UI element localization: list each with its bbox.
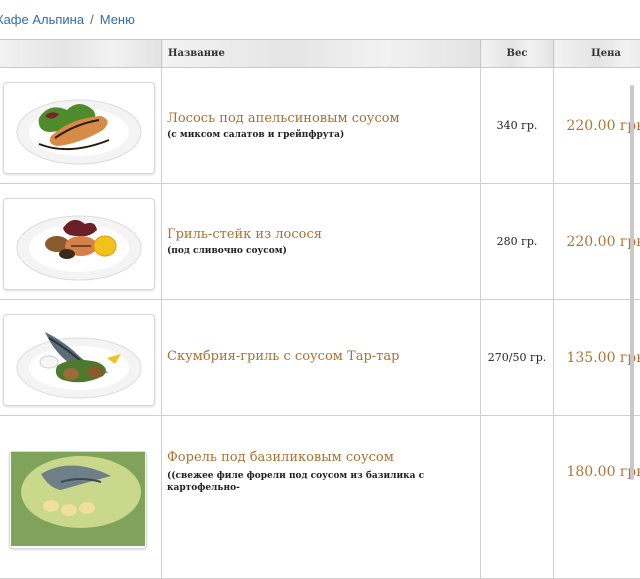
dish-name[interactable]: Лосось под апельсиновым соусом	[167, 111, 476, 127]
dish-weight: 280 гр.	[481, 184, 554, 300]
dish-photo-cell	[0, 68, 162, 184]
dish-description: (под сливочно соусом)	[167, 245, 476, 257]
table-row: Гриль-стейк из лосося (под сливочно соус…	[0, 184, 640, 300]
dish-name-cell: Скумбрия-гриль с соусом Тар-тар	[162, 300, 481, 416]
header-price[interactable]: Цена	[554, 40, 640, 68]
menu-table: Название Вес Цена	[0, 39, 640, 579]
dish-name-cell: Форель под базиликовым соусом ((свежее ф…	[162, 416, 481, 579]
breadcrumb-current-link[interactable]: Меню	[100, 12, 135, 27]
vertical-scrollbar[interactable]	[630, 85, 634, 480]
trout-basil-sauce-photo[interactable]	[9, 451, 147, 549]
dish-name[interactable]: Форель под базиликовым соусом	[167, 450, 476, 466]
dish-price: 135.00 грн.	[554, 300, 640, 416]
dish-price: 180.00 грн.	[554, 416, 640, 579]
table-row: Лосось под апельсиновым соусом (с миксом…	[0, 68, 640, 184]
dish-name[interactable]: Скумбрия-гриль с соусом Тар-тар	[167, 349, 476, 365]
dish-price: 220.00 грн.	[554, 184, 640, 300]
dish-photo-cell	[0, 184, 162, 300]
dish-weight: 270/50 гр.	[481, 300, 554, 416]
header-weight[interactable]: Вес	[481, 40, 554, 68]
table-row: Форель под базиликовым соусом ((свежее ф…	[0, 416, 640, 579]
breadcrumb-separator: /	[90, 12, 94, 27]
breadcrumb: Кафе Альпина / Меню	[0, 12, 135, 28]
grilled-salmon-steak-photo[interactable]	[3, 198, 155, 290]
header-photo	[0, 40, 162, 68]
dish-photo-cell	[0, 300, 162, 416]
dish-description: (с миксом салатов и грейпфрута)	[167, 129, 476, 141]
breadcrumb-home-link[interactable]: Кафе Альпина	[0, 12, 84, 27]
dish-name-cell: Гриль-стейк из лосося (под сливочно соус…	[162, 184, 481, 300]
dish-weight	[481, 416, 554, 579]
table-row: Скумбрия-гриль с соусом Тар-тар 270/50 г…	[0, 300, 640, 416]
dish-weight: 340 гр.	[481, 68, 554, 184]
salmon-orange-sauce-photo[interactable]	[3, 82, 155, 174]
dish-description: ((свежее филе форели под соусом из базил…	[167, 470, 476, 494]
dish-name-cell: Лосось под апельсиновым соусом (с миксом…	[162, 68, 481, 184]
table-header-row: Название Вес Цена	[0, 40, 640, 68]
grilled-mackerel-photo[interactable]	[3, 314, 155, 406]
dish-photo-cell	[0, 416, 162, 579]
header-name[interactable]: Название	[162, 40, 481, 68]
dish-price: 220.00 грн.	[554, 68, 640, 184]
dish-name[interactable]: Гриль-стейк из лосося	[167, 227, 476, 243]
